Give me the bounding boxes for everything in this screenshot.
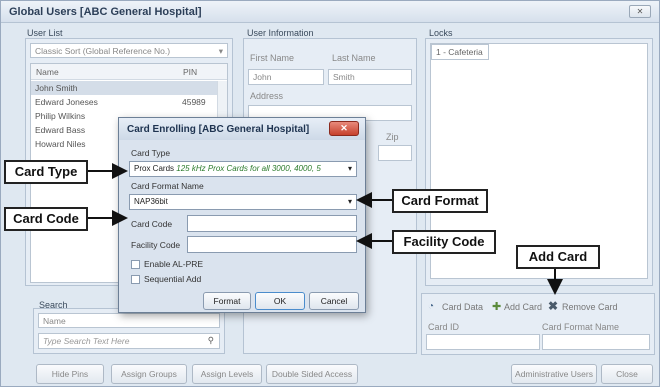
callout-arrows [88, 163, 563, 295]
callout-card-code: Card Code [4, 207, 88, 231]
callout-card-format: Card Format [392, 189, 488, 213]
callout-facility-code: Facility Code [392, 230, 496, 254]
callout-add-card: Add Card [516, 245, 600, 269]
callout-card-type: Card Type [4, 160, 88, 184]
